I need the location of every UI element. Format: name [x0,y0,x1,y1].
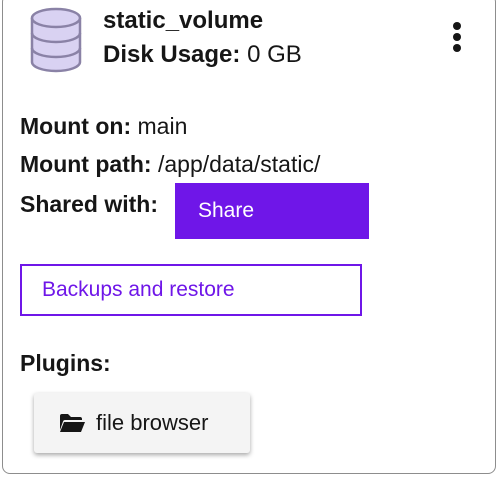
mount-path-row: Mount path: /app/data/static/ [20,149,320,179]
kebab-dot [453,44,461,52]
mount-path-label: Mount path: [20,151,152,177]
kebab-dot [453,22,461,30]
shared-with-row: Shared with: [20,189,158,219]
mount-on-row: Mount on: main [20,111,187,141]
share-button[interactable]: Share [175,183,369,239]
plugin-file-browser-button[interactable]: file browser [34,393,250,453]
backups-and-restore-button[interactable]: Backups and restore [20,264,362,316]
plugins-heading: Plugins: [20,350,111,376]
mount-on-value: main [137,113,188,139]
database-icon [30,7,82,73]
disk-usage: Disk Usage: 0 GB [103,40,302,70]
kebab-menu-icon[interactable] [443,17,471,57]
volume-name: static_volume [103,7,264,34]
mount-path-value: /app/data/static/ [157,151,321,177]
shared-with-label: Shared with: [20,191,159,217]
plugin-label: file browser [96,410,209,435]
disk-usage-value: 0 GB [247,41,302,68]
folder-icon [60,414,85,432]
kebab-dot [453,33,461,41]
mount-on-label: Mount on: [20,113,132,139]
disk-usage-label: Disk Usage: [103,41,241,68]
